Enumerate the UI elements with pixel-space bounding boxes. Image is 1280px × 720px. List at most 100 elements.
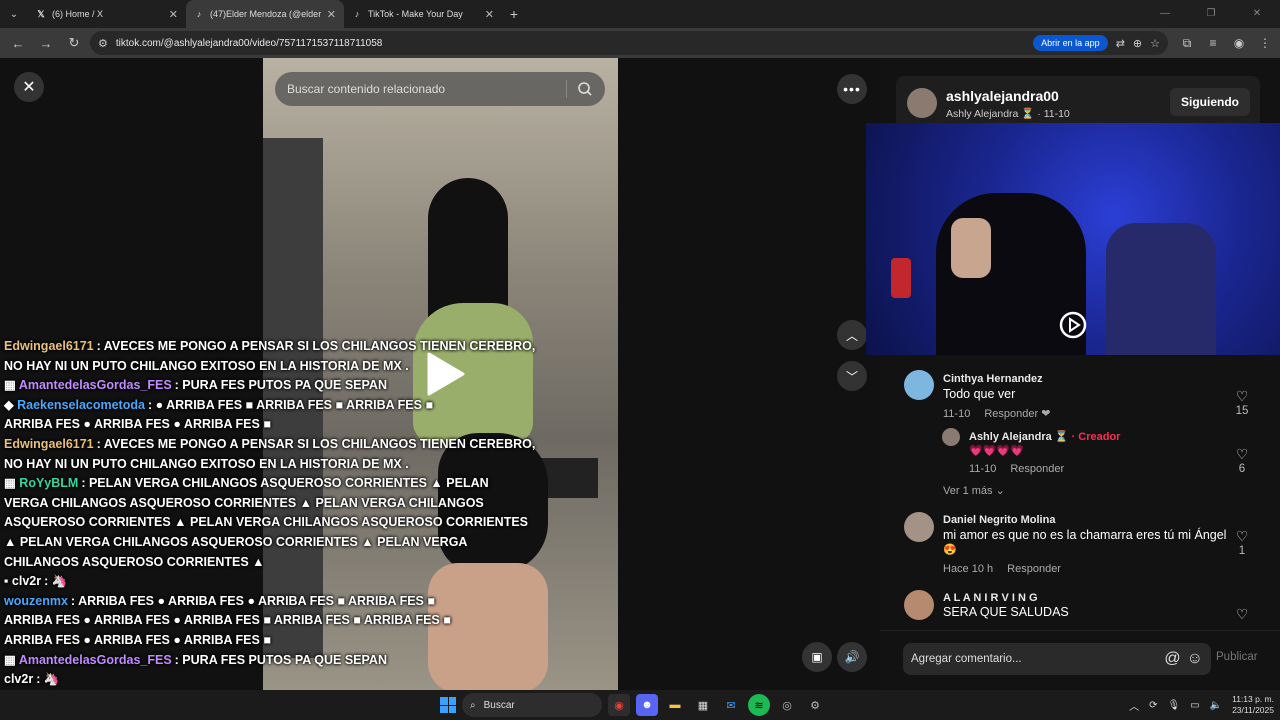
publish-button[interactable]: Publicar (1216, 651, 1258, 663)
back-arrow-icon[interactable]: ← (6, 36, 30, 51)
sync-icon[interactable]: ⟳ (1149, 700, 1157, 711)
bookmark-star-icon[interactable]: ☆ (1150, 37, 1160, 50)
like-button[interactable]: ♡ (1232, 606, 1252, 623)
commenter-name[interactable]: A L A N I R V I N G (943, 592, 1038, 604)
maximize-button[interactable]: ❐ (1188, 0, 1234, 28)
close-tab-icon[interactable]: ✕ (485, 8, 494, 21)
floating-player-icon[interactable]: ▣ (802, 642, 832, 672)
search-icon[interactable] (577, 81, 593, 97)
file-explorer-icon[interactable]: ▬ (664, 694, 686, 716)
mail-icon[interactable]: ✉ (720, 694, 742, 716)
close-video-button[interactable]: ✕ (14, 72, 44, 102)
commenter-name[interactable]: Daniel Negrito Molina (943, 514, 1055, 526)
close-window-button[interactable]: ✕ (1234, 0, 1280, 28)
comment-text: mi amor es que no es la chamarra eres tú… (943, 528, 1227, 542)
comment-date: 11-10 (943, 408, 971, 420)
commenter-name[interactable]: Ashly Alejandra ⏳ · Creador (969, 430, 1120, 443)
media-controls-icon[interactable]: ≡ (1204, 36, 1222, 51)
speaker-icon[interactable]: 🔈 (1210, 700, 1222, 711)
reload-icon[interactable]: ↻ (62, 35, 86, 51)
app-icon[interactable]: ◎ (776, 694, 798, 716)
reply-button[interactable]: Responder (1010, 463, 1064, 475)
site-info-icon[interactable]: ⚙ (98, 37, 108, 50)
extensions-icon[interactable]: ⧉ (1178, 36, 1196, 51)
chat-message: Edwingael6171: AVECES ME PONGO A PENSAR … (4, 337, 535, 357)
close-tab-icon[interactable]: ✕ (169, 8, 178, 21)
chrome-icon[interactable]: ◉ (608, 694, 630, 716)
chat-username: AmantedelasGordas_FES (18, 378, 172, 393)
mention-at-icon[interactable]: @ (1164, 650, 1180, 668)
new-tab-button[interactable]: + (502, 6, 526, 22)
chat-username: clv2r (4, 672, 34, 687)
profile-avatar-icon[interactable]: ◉ (1230, 36, 1248, 51)
chat-message-continuation: CHILANGOS ASQUEROSO CORRIENTES ▲ (4, 554, 265, 569)
emoji-icon[interactable]: ☺ (1187, 650, 1203, 668)
minimize-button[interactable]: — (1142, 0, 1188, 28)
previous-video-chevron-up-icon[interactable]: ︿ (837, 320, 867, 350)
next-video-chevron-down-icon[interactable]: ﹀ (837, 361, 867, 391)
comment-date: Hace 10 h (943, 563, 994, 575)
like-button[interactable]: ♡ 15 (1232, 388, 1252, 417)
chevron-down-icon: ⌄ (995, 485, 1005, 497)
reply-button[interactable]: Responder (984, 408, 1038, 420)
like-count: 15 (1235, 405, 1249, 417)
zoom-icon[interactable]: ⊕ (1133, 37, 1142, 50)
toolbar-icons: ⧉ ≡ ◉ ⋮ (1178, 36, 1274, 51)
badge-icon: ▦ (4, 652, 19, 667)
chat-message-continuation: NO HAY NI UN PUTO CHILANGO EXITOSO EN LA… (4, 358, 409, 373)
commenter-avatar[interactable] (942, 428, 960, 446)
system-tray: ︿ ⟳ 🎙 ▭ 🔈 11:13 p. m. 23/11/2025 (1129, 690, 1274, 720)
comment-text: Todo que ver (943, 387, 1016, 401)
menu-kebab-icon[interactable]: ⋮ (1256, 36, 1274, 51)
clock[interactable]: 11:13 p. m. 23/11/2025 (1232, 694, 1274, 716)
app-notification-icon[interactable]: ⚙ (804, 694, 826, 716)
author-card: ashlyalejandra00 Ashly Alejandra ⏳ · 11-… (896, 76, 1260, 128)
search-icon: ⌕ (470, 699, 476, 711)
tab-x-home[interactable]: 𝕏 (6) Home / X ✕ (28, 0, 186, 28)
tab-elder-mendoza[interactable]: ♪ (47)Elder Mendoza (@elderme ✕ (186, 0, 344, 28)
commenter-avatar[interactable] (904, 512, 934, 542)
heart-icon: ♡ (1235, 446, 1249, 462)
close-tab-icon[interactable]: ✕ (327, 8, 336, 21)
tab-search-chevron-icon[interactable]: ⌄ (0, 0, 28, 28)
picture-in-picture-stream[interactable] (866, 123, 1280, 355)
author-username[interactable]: ashlyalejandra00 (946, 88, 1059, 104)
tray-chevron-up-icon[interactable]: ︿ (1129, 698, 1139, 713)
network-icon[interactable]: ▭ (1190, 700, 1199, 711)
translate-icon[interactable]: ⇄ (1116, 37, 1125, 50)
more-options-icon[interactable]: ••• (837, 74, 867, 104)
windows-start-icon[interactable] (440, 697, 456, 713)
like-button[interactable]: ♡ 6 (1232, 446, 1252, 475)
following-button[interactable]: Siguiendo (1170, 88, 1250, 116)
chat-message: ▪ clv2r: 🦄 (4, 572, 524, 592)
commenter-avatar[interactable] (904, 370, 934, 400)
clock-date: 23/11/2025 (1232, 705, 1274, 715)
view-more-replies-button[interactable]: Ver 1 más ⌄ (943, 484, 1005, 497)
reply-button[interactable]: Responder (1007, 563, 1061, 575)
taskbar-search[interactable]: ⌕ Buscar (462, 693, 602, 717)
commenter-avatar[interactable] (904, 590, 934, 620)
related-search-input[interactable]: Buscar contenido relacionado (275, 72, 605, 106)
like-button[interactable]: ♡ 1 (1232, 528, 1252, 557)
commenter-name[interactable]: Cinthya Hernandez (943, 373, 1043, 385)
pip-gaming-chair (1106, 223, 1216, 355)
comment-input[interactable]: Agregar comentario... @ ☺ (903, 643, 1211, 675)
tab-tiktok[interactable]: ♪ TikTok - Make Your Day ✕ (344, 0, 502, 28)
badge-icon: ▦ (4, 378, 19, 393)
discord-icon[interactable]: ☻ (636, 694, 658, 716)
store-icon[interactable]: ▦ (692, 694, 714, 716)
volume-icon[interactable]: 🔊 (837, 642, 867, 672)
comment-reply: Ashly Alejandra ⏳ · Creador 💗💗💗💗 11-10 Re… (880, 420, 1280, 480)
badge-icon: ▦ (4, 476, 20, 491)
url-text[interactable]: tiktok.com/@ashlyalejandra00/video/75711… (116, 38, 1025, 49)
forward-arrow-icon[interactable]: → (34, 36, 58, 51)
heart-icon: ♡ (1235, 606, 1249, 622)
address-bar[interactable]: ⚙ tiktok.com/@ashlyalejandra00/video/757… (90, 31, 1168, 55)
spotify-icon[interactable]: ≋ (748, 694, 770, 716)
chat-username: AmantedelasGordas_FES (18, 652, 172, 667)
microphone-icon[interactable]: 🎙 (1167, 700, 1180, 711)
chat-text: : PURA FES PUTOS PA QUE SEPAN (174, 378, 387, 393)
heart-icon: ♡ (1235, 528, 1249, 544)
author-avatar[interactable] (907, 88, 937, 118)
open-in-app-button[interactable]: Abrir en la app (1033, 35, 1108, 51)
